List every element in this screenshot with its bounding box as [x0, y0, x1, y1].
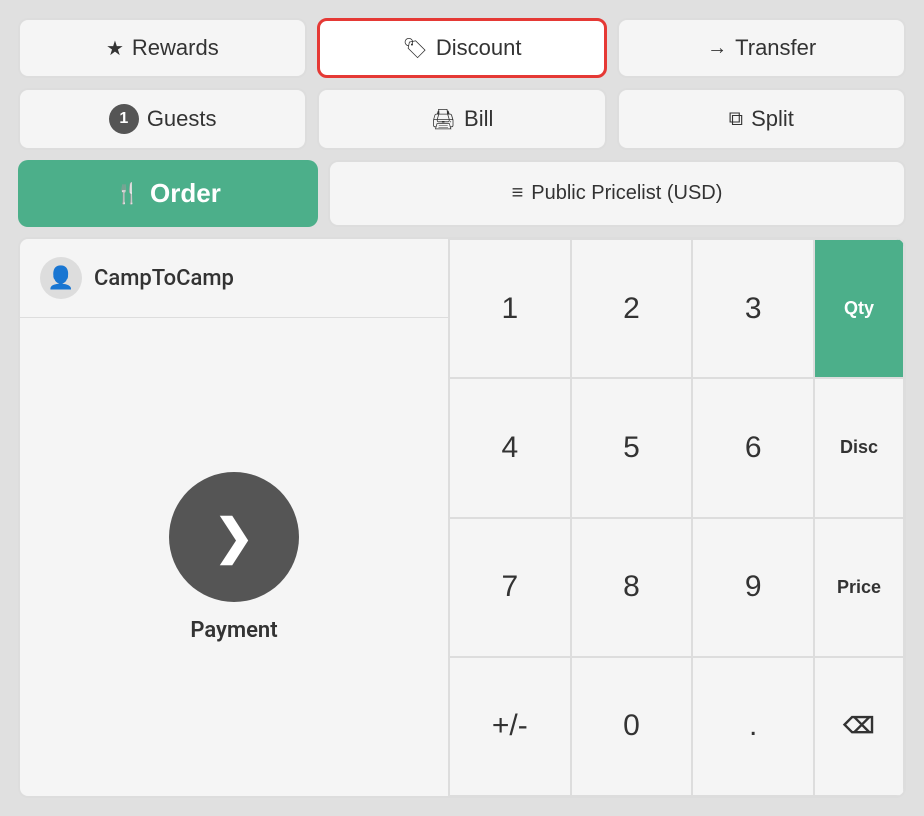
order-content: ❯ Payment	[20, 318, 448, 796]
pricelist-button[interactable]: ≡ Public Pricelist (USD)	[328, 160, 906, 227]
numpad-3[interactable]: 3	[692, 239, 814, 378]
order-button[interactable]: 🍴 Order	[18, 160, 318, 227]
numpad-plusminus[interactable]: +/-	[449, 657, 571, 796]
order-label: Order	[150, 178, 221, 209]
disc-button[interactable]: Disc	[814, 378, 904, 517]
numpad-2[interactable]: 2	[571, 239, 693, 378]
numpad-5[interactable]: 5	[571, 378, 693, 517]
payment-label: Payment	[190, 618, 277, 643]
numpad-4[interactable]: 4	[449, 378, 571, 517]
bill-button[interactable]: 🖨 Bill	[317, 88, 606, 150]
numpad-dot[interactable]: .	[692, 657, 814, 796]
numpad-8[interactable]: 8	[571, 518, 693, 657]
rewards-label: Rewards	[132, 35, 219, 61]
guests-count: 1	[109, 104, 139, 134]
payment-button[interactable]: ❯	[169, 472, 299, 602]
price-button[interactable]: Price	[814, 518, 904, 657]
order-row: 🍴 Order ≡ Public Pricelist (USD)	[18, 160, 906, 227]
main-area: 👤 CampToCamp ❯ Payment 1 2 3 Qty 4 5 6 D…	[18, 237, 906, 798]
discount-icon: 🏷	[403, 36, 428, 61]
split-button[interactable]: ⧉ Split	[617, 88, 906, 150]
guests-button[interactable]: 1 Guests	[18, 88, 307, 150]
chevron-right-icon: ❯	[214, 508, 254, 565]
customer-row: 👤 CampToCamp	[20, 239, 448, 318]
split-label: Split	[751, 106, 794, 132]
transfer-icon: →	[707, 37, 727, 60]
rewards-button[interactable]: ★ Rewards	[18, 18, 307, 78]
discount-button[interactable]: 🏷 Discount	[317, 18, 608, 78]
bill-label: Bill	[464, 106, 493, 132]
bill-icon: 🖨	[431, 107, 456, 132]
guests-label: Guests	[147, 106, 217, 132]
discount-label: Discount	[436, 35, 522, 61]
backspace-button[interactable]: ⌫	[814, 657, 904, 796]
pricelist-label: Public Pricelist (USD)	[531, 182, 722, 205]
transfer-label: Transfer	[735, 35, 816, 61]
qty-button[interactable]: Qty	[814, 239, 904, 378]
numpad-7[interactable]: 7	[449, 518, 571, 657]
split-icon: ⧉	[729, 108, 743, 131]
numpad-9[interactable]: 9	[692, 518, 814, 657]
numpad-0[interactable]: 0	[571, 657, 693, 796]
numpad-6[interactable]: 6	[692, 378, 814, 517]
order-icon: 🍴	[115, 181, 140, 206]
pricelist-icon: ≡	[512, 182, 524, 205]
customer-icon: 👤	[40, 257, 82, 299]
numpad-area: 1 2 3 Qty 4 5 6 Disc 7 8 9 Price +/- 0 .…	[448, 237, 906, 798]
pos-container: ★ Rewards 🏷 Discount → Transfer 1 Guests…	[0, 0, 924, 816]
customer-avatar-icon: 👤	[47, 266, 74, 291]
top-action-row: ★ Rewards 🏷 Discount → Transfer	[18, 18, 906, 78]
left-panel: 👤 CampToCamp ❯ Payment	[18, 237, 448, 798]
customer-name: CampToCamp	[94, 266, 234, 291]
transfer-button[interactable]: → Transfer	[617, 18, 906, 78]
numpad-1[interactable]: 1	[449, 239, 571, 378]
rewards-icon: ★	[106, 36, 124, 61]
second-action-row: 1 Guests 🖨 Bill ⧉ Split	[18, 88, 906, 150]
backspace-icon: ⌫	[843, 713, 874, 739]
